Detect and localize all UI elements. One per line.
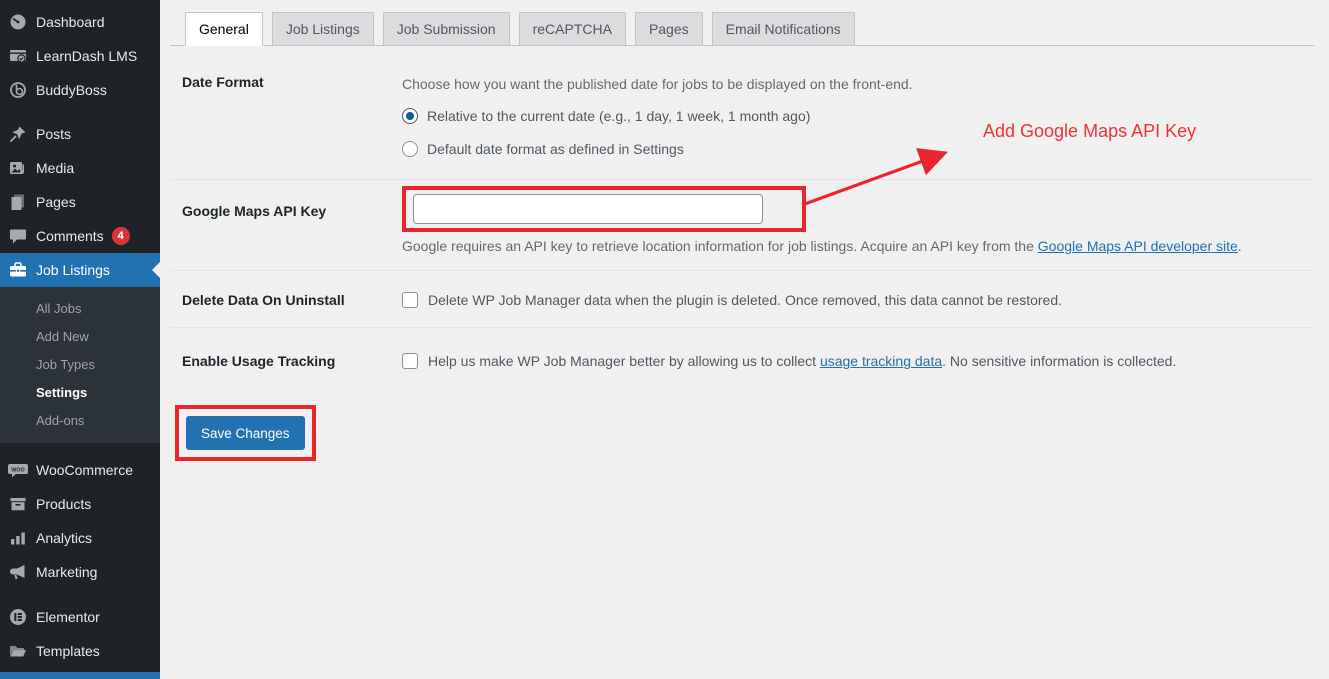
sidebar-item-label: LearnDash LMS [36,48,137,64]
delete-data-row: Delete Data On Uninstall Delete WP Job M… [170,271,1315,328]
submenu-item-add-ons[interactable]: Add-ons [0,407,160,435]
sidebar-item-label: Analytics [36,530,92,546]
delete-data-label: Delete Data On Uninstall [170,292,402,308]
buddyboss-icon [0,80,36,100]
usage-tracking-checkbox-label: Help us make WP Job Manager better by al… [428,353,1176,369]
usage-tracking-checkbox[interactable] [402,353,418,369]
sidebar-item-label: Products [36,496,91,512]
usage-tracking-label: Enable Usage Tracking [170,353,402,369]
usage-tracking-data-link[interactable]: usage tracking data [820,353,942,369]
analytics-icon [0,528,36,548]
sidebar-item-posts[interactable]: Posts [0,117,160,151]
sidebar-bottom-strip [0,672,160,679]
red-highlight-box-input [402,186,806,232]
sidebar-separator [0,589,160,600]
date-format-description: Choose how you want the published date f… [402,74,1315,94]
sidebar-item-products[interactable]: Products [0,487,160,521]
learndash-icon [0,46,36,66]
tab-job-listings[interactable]: Job Listings [272,12,374,46]
sidebar-separator [0,107,160,117]
comments-count-badge: 4 [112,227,130,245]
tab-pages[interactable]: Pages [635,12,703,46]
tab-email-notifications[interactable]: Email Notifications [712,12,855,46]
submenu-item-all-jobs[interactable]: All Jobs [0,295,160,323]
date-format-label: Date Format [170,74,402,160]
sidebar-item-label: Comments [36,228,104,244]
submenu-item-add-new[interactable]: Add New [0,323,160,351]
sidebar-item-label: Posts [36,126,71,142]
sidebar-item-marketing[interactable]: Marketing [0,555,160,589]
job-listings-icon [0,260,36,280]
sidebar-item-templates[interactable]: Templates [0,634,160,668]
posts-icon [0,124,36,144]
submenu-item-job-types[interactable]: Job Types [0,351,160,379]
sidebar-item-label: Dashboard [36,14,105,30]
sidebar-item-label: Elementor [36,609,100,625]
sidebar-item-label: Templates [36,643,100,659]
comments-icon [0,226,36,246]
save-changes-button[interactable]: Save Changes [186,416,305,450]
red-highlight-box-save: Save Changes [175,405,316,461]
sidebar-item-buddyboss[interactable]: BuddyBoss [0,73,160,107]
date-format-row: Date Format Choose how you want the publ… [170,46,1315,180]
submenu-item-settings[interactable]: Settings [0,379,160,407]
dashboard-icon [0,12,36,32]
templates-icon [0,641,36,661]
products-icon [0,494,36,514]
google-maps-api-key-input[interactable] [413,194,763,224]
sidebar-item-woocommerce[interactable]: WOO WooCommerce [0,453,160,487]
sidebar-item-job-listings[interactable]: Job Listings [0,253,160,287]
settings-form: Date Format Choose how you want the publ… [170,46,1315,461]
delete-data-option[interactable]: Delete WP Job Manager data when the plug… [402,292,1315,308]
radio-relative-date[interactable] [402,108,418,124]
google-maps-developer-site-link[interactable]: Google Maps API developer site [1038,238,1238,254]
svg-text:WOO: WOO [11,467,24,473]
elementor-icon [0,607,36,627]
sidebar-item-analytics[interactable]: Analytics [0,521,160,555]
usage-tracking-option[interactable]: Help us make WP Job Manager better by al… [402,353,1315,369]
media-icon [0,158,36,178]
annotation-add-google-maps-api-key: Add Google Maps API Key [983,121,1196,142]
google-maps-api-key-description: Google requires an API key to retrieve l… [402,237,1315,256]
tab-general[interactable]: General [185,12,263,46]
usage-tracking-row: Enable Usage Tracking Help us make WP Jo… [170,328,1315,389]
sidebar-item-media[interactable]: Media [0,151,160,185]
sidebar-item-label: Media [36,160,74,176]
save-area: Save Changes [170,405,1315,461]
sidebar-item-pages[interactable]: Pages [0,185,160,219]
sidebar-item-label: Pages [36,194,76,210]
woocommerce-icon: WOO [0,460,36,480]
radio-default-date[interactable] [402,141,418,157]
job-listings-submenu: All Jobs Add New Job Types Settings Add-… [0,287,160,443]
radio-relative-date-label: Relative to the current date (e.g., 1 da… [427,108,810,124]
sidebar-item-elementor[interactable]: Elementor [0,600,160,634]
sidebar-item-label: BuddyBoss [36,82,107,98]
admin-sidebar: Dashboard LearnDash LMS BuddyBoss Posts … [0,0,160,679]
sidebar-item-learndash[interactable]: LearnDash LMS [0,39,160,73]
tab-recaptcha[interactable]: reCAPTCHA [519,12,626,46]
delete-data-checkbox-label: Delete WP Job Manager data when the plug… [428,292,1062,308]
radio-default-date-label: Default date format as defined in Settin… [427,141,684,157]
active-menu-arrow-icon [144,262,160,278]
sidebar-item-comments[interactable]: Comments 4 [0,219,160,253]
marketing-icon [0,562,36,582]
tab-job-submission[interactable]: Job Submission [383,12,510,46]
delete-data-checkbox[interactable] [402,292,418,308]
settings-tab-bar: General Job Listings Job Submission reCA… [170,12,1315,46]
sidebar-item-label: Job Listings [36,262,110,278]
google-maps-api-key-label: Google Maps API Key [170,180,402,256]
sidebar-item-label: WooCommerce [36,462,133,478]
settings-page: General Job Listings Job Submission reCA… [160,0,1329,679]
sidebar-item-label: Marketing [36,564,97,580]
google-maps-api-key-row: Google Maps API Key Google requires an A… [170,180,1315,271]
sidebar-item-dashboard[interactable]: Dashboard [0,5,160,39]
sidebar-separator [0,443,160,453]
pages-icon [0,192,36,212]
